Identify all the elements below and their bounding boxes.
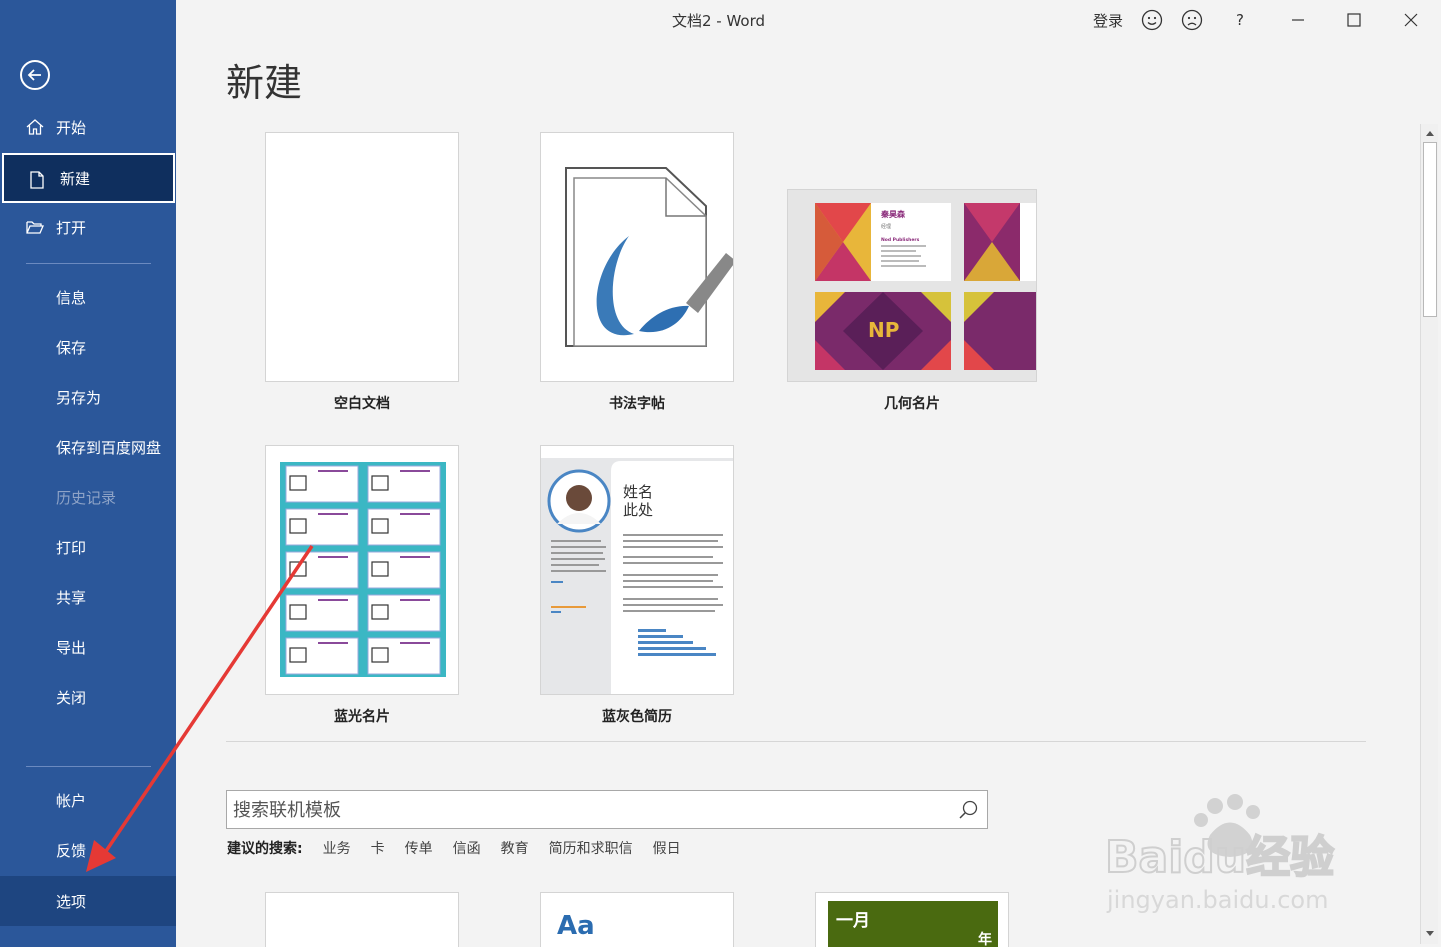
nav-options[interactable]: 选项	[0, 876, 176, 926]
template-bottom-1[interactable]	[265, 892, 459, 947]
baidu-watermark-icon: Baidu经验 jingyan.baidu.com	[1105, 794, 1335, 914]
frown-icon	[1181, 9, 1203, 31]
page-title: 新建	[226, 61, 303, 105]
search-templates-input[interactable]	[233, 798, 933, 822]
template-bottom-3[interactable]: 一月 年	[815, 892, 1009, 947]
resume-name-line-2: 此处	[623, 501, 653, 519]
geo-name: 秦昊森	[880, 209, 906, 219]
section-divider	[226, 741, 1366, 742]
search-box	[226, 790, 988, 829]
suggested-link-letters[interactable]: 信函	[453, 838, 481, 858]
folder-open-icon	[26, 221, 44, 234]
help-button[interactable]: ?	[1230, 8, 1250, 32]
suggested-link-business[interactable]: 业务	[323, 838, 351, 858]
calligraphy-thumbnail-icon	[565, 167, 733, 347]
template-calligraphy[interactable]	[540, 132, 734, 382]
nav-label: 打开	[56, 218, 87, 237]
nav-label: 新建	[60, 169, 91, 188]
back-button[interactable]	[20, 60, 50, 90]
smile-feedback-button[interactable]	[1140, 8, 1164, 32]
nav-label: 选项	[56, 892, 87, 911]
minimize-icon	[1292, 19, 1304, 21]
close-icon	[1404, 13, 1418, 27]
geo-title: 经理	[881, 223, 891, 230]
nav-open[interactable]: 打开	[0, 202, 176, 252]
resume-thumbnail-icon: 姓名 此处	[541, 458, 733, 694]
resume-name-line-1: 姓名	[623, 483, 653, 501]
watermark-url: jingyan.baidu.com	[1106, 886, 1328, 914]
watermark-brand: Baidu经验	[1105, 832, 1334, 883]
suggested-link-education[interactable]: 教育	[501, 838, 529, 858]
title-bar: 文档2 - Word 登录 ?	[176, 0, 1441, 40]
search-icon[interactable]	[957, 799, 979, 821]
template-bottom-2[interactable]: Aa	[540, 892, 734, 947]
close-window-button[interactable]	[1399, 8, 1423, 32]
sidebar-divider	[26, 263, 151, 264]
minimize-button[interactable]	[1286, 8, 1310, 32]
maximize-button[interactable]	[1342, 8, 1366, 32]
geometric-card-thumbnail-icon: 秦昊森 经理 Nod Publishers NP	[815, 203, 1036, 370]
template-resume[interactable]: 姓名 此处	[540, 445, 734, 695]
template-label: 空白文档	[334, 396, 390, 412]
template-label: 蓝灰色简历	[602, 709, 672, 725]
geo-logo: NP	[868, 318, 899, 342]
suggested-link-holidays[interactable]: 假日	[653, 838, 681, 858]
scroll-thumb[interactable]	[1423, 142, 1437, 317]
template-geometric-card[interactable]: 秦昊森 经理 Nod Publishers NP	[787, 189, 1037, 382]
calendar-month: 一月	[836, 911, 870, 931]
template-blank-document[interactable]	[265, 132, 459, 382]
back-arrow-icon	[27, 69, 41, 81]
template-label: 几何名片	[884, 396, 940, 412]
template-label: 书法字帖	[609, 396, 665, 412]
nav-new[interactable]: 新建	[2, 153, 175, 203]
calendar-year: 年	[978, 932, 992, 947]
nav-save[interactable]: 保存	[0, 322, 176, 372]
frown-feedback-button[interactable]	[1180, 8, 1204, 32]
nav-label: 保存到百度网盘	[56, 438, 162, 457]
nav-info[interactable]: 信息	[0, 272, 176, 322]
nav-label: 开始	[56, 118, 87, 137]
nav-save-to-baidu[interactable]: 保存到百度网盘	[0, 422, 176, 472]
sign-in-link[interactable]: 登录	[1090, 8, 1126, 32]
nav-label: 信息	[56, 288, 87, 307]
home-icon	[26, 119, 44, 135]
nav-label: 历史记录	[56, 488, 117, 507]
suggested-link-resumes[interactable]: 简历和求职信	[549, 838, 633, 858]
nav-history: 历史记录	[0, 472, 176, 522]
vertical-scrollbar[interactable]	[1420, 124, 1438, 944]
scroll-up-arrow-icon[interactable]	[1423, 126, 1437, 140]
annotation-arrow-icon	[86, 545, 314, 872]
nav-save-as[interactable]: 另存为	[0, 372, 176, 422]
suggested-link-flyers[interactable]: 传单	[405, 838, 433, 858]
theme-aa-text: Aa	[557, 911, 595, 941]
new-document-icon	[30, 171, 44, 189]
maximize-icon	[1347, 13, 1361, 27]
nav-label: 保存	[56, 338, 87, 357]
suggested-link-cards[interactable]: 卡	[371, 838, 385, 858]
geo-company: Nod Publishers	[881, 237, 920, 243]
nav-label: 另存为	[56, 388, 102, 407]
smile-icon	[1141, 9, 1163, 31]
nav-home[interactable]: 开始	[0, 102, 176, 152]
scroll-down-arrow-icon[interactable]	[1423, 927, 1437, 941]
